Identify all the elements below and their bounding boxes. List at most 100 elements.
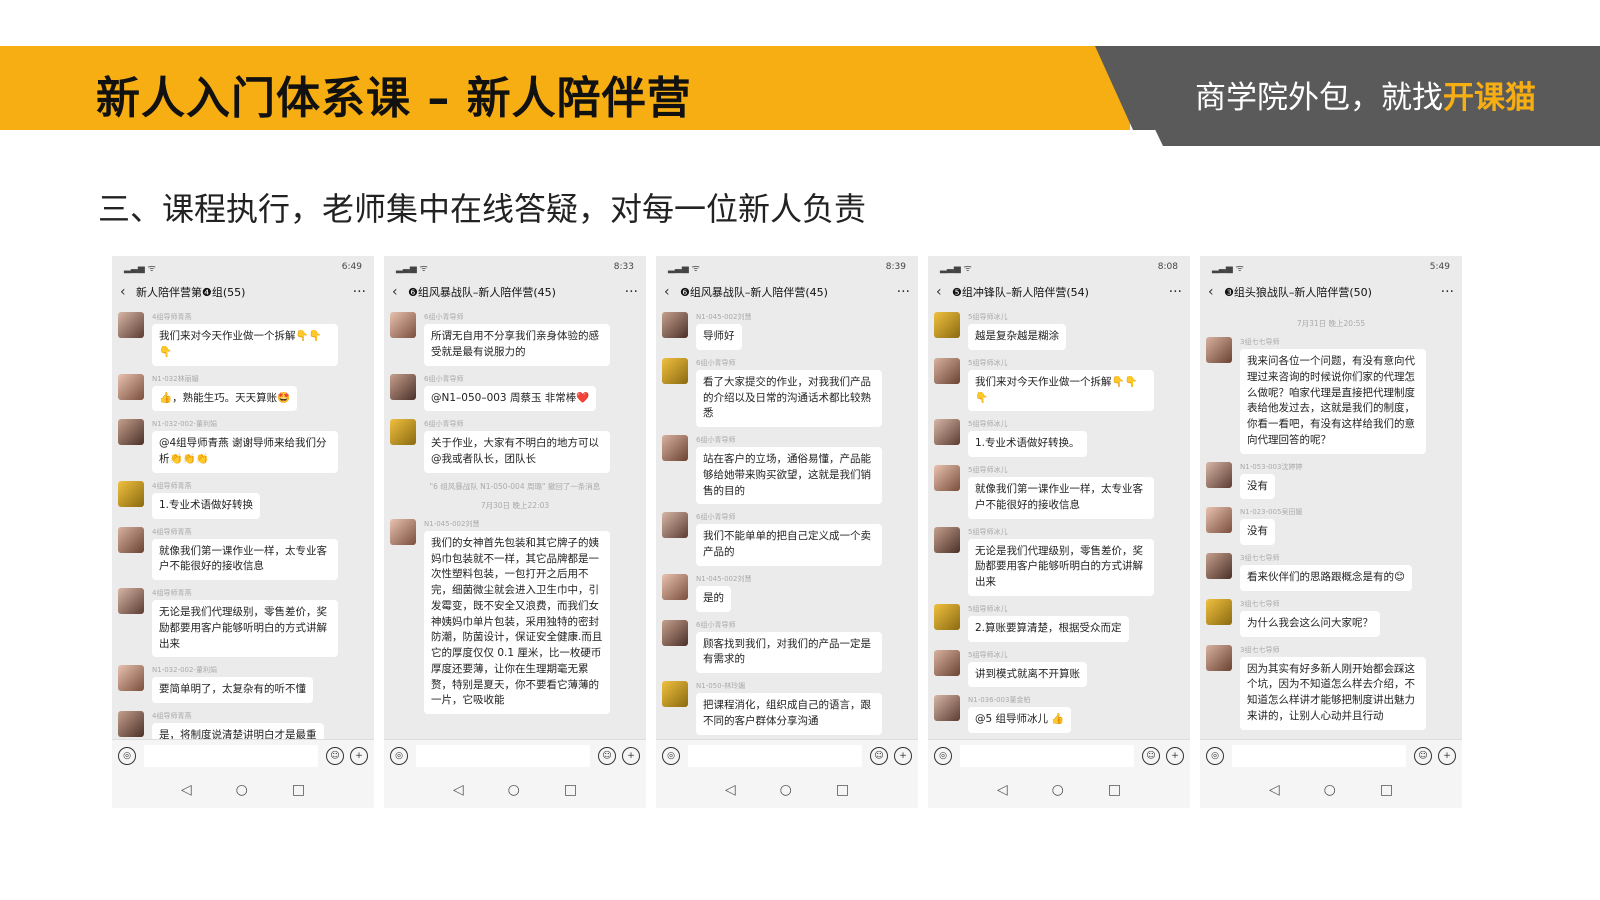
back-arrow-icon[interactable]: ‹ xyxy=(664,284,680,300)
emoji-icon[interactable]: ☺ xyxy=(870,747,888,765)
message-bubble[interactable]: @N1–050–003 周蔡玉 非常棒❤️ xyxy=(424,385,597,412)
message-bubble[interactable]: 讲到模式就离不开算账 xyxy=(968,661,1087,688)
message-input[interactable] xyxy=(1232,745,1406,767)
avatar[interactable] xyxy=(662,312,688,338)
message-bubble[interactable]: 没有 xyxy=(1240,519,1275,545)
message-bubble[interactable]: 是，将制度说清楚讲明白才是最重 xyxy=(152,723,324,740)
avatar[interactable] xyxy=(934,357,960,384)
plus-icon[interactable]: + xyxy=(350,747,368,765)
more-options-icon[interactable]: ··· xyxy=(618,284,638,300)
message-bubble[interactable]: 没有 xyxy=(1240,473,1275,500)
avatar[interactable] xyxy=(118,419,144,446)
avatar[interactable] xyxy=(1206,644,1232,671)
emoji-icon[interactable]: ☺ xyxy=(1414,747,1432,765)
more-options-icon[interactable]: ··· xyxy=(1162,284,1182,300)
message-bubble[interactable]: 要简单明了，太复杂有的听不懂 xyxy=(152,677,313,703)
voice-icon[interactable]: ◎ xyxy=(118,747,136,765)
nav-recent-icon[interactable]: □ xyxy=(836,782,849,798)
avatar[interactable] xyxy=(662,435,688,461)
nav-home-icon[interactable]: ○ xyxy=(1324,782,1336,798)
nav-back-icon[interactable]: ◁ xyxy=(453,782,464,798)
avatar[interactable] xyxy=(390,518,416,545)
message-bubble[interactable]: 顾客找到我们，对我们的产品一定是有需求的 xyxy=(696,631,882,673)
avatar[interactable] xyxy=(118,711,144,737)
avatar[interactable] xyxy=(934,312,960,338)
message-bubble[interactable]: 我来问各位一个问题，有没有意向代理过来咨询的时候说你们家的代理怎么做呢？咱家代理… xyxy=(1240,349,1426,454)
avatar[interactable] xyxy=(662,681,688,707)
avatar[interactable] xyxy=(118,665,144,692)
nav-home-icon[interactable]: ○ xyxy=(236,782,248,798)
message-input[interactable] xyxy=(144,745,318,767)
avatar[interactable] xyxy=(934,603,960,630)
nav-back-icon[interactable]: ◁ xyxy=(725,782,736,798)
plus-icon[interactable]: + xyxy=(622,747,640,765)
nav-home-icon[interactable]: ○ xyxy=(508,782,520,798)
avatar[interactable] xyxy=(1206,553,1232,579)
avatar[interactable] xyxy=(934,526,960,553)
avatar[interactable] xyxy=(1206,598,1232,625)
message-bubble[interactable]: 我们不能单单的把自己定义成一个卖产品的 xyxy=(696,524,882,566)
message-bubble[interactable]: @4组导师青燕 谢谢导师来给我们分析👏👏👏 xyxy=(152,431,338,473)
nav-recent-icon[interactable]: □ xyxy=(1380,782,1393,798)
message-bubble[interactable]: 1.专业术语做好转换。 xyxy=(968,431,1087,457)
message-list[interactable]: 6组小青导师 所谓无自用不分享我们亲身体验的感受就是最有说服力的 6组小青导师 @N1… xyxy=(384,308,646,740)
emoji-icon[interactable]: ☺ xyxy=(1142,747,1160,765)
avatar[interactable] xyxy=(1206,461,1232,488)
message-bubble[interactable]: 关于作业，大家有不明白的地方可以@我或者队长，团队长 xyxy=(424,431,610,473)
voice-icon[interactable]: ◎ xyxy=(390,747,408,765)
nav-home-icon[interactable]: ○ xyxy=(780,782,792,798)
back-arrow-icon[interactable]: ‹ xyxy=(936,284,952,300)
nav-recent-icon[interactable]: □ xyxy=(292,782,305,798)
message-bubble[interactable]: 👍，熟能生巧。天天算账🤩 xyxy=(152,385,298,412)
message-bubble[interactable]: 站在客户的立场，通俗易懂，产品能够给她带来购买欲望，这就是我们销售的目的 xyxy=(696,447,882,505)
message-bubble[interactable]: 看来伙伴们的思路跟概念是有的😊 xyxy=(1240,565,1412,591)
avatar[interactable] xyxy=(662,357,688,384)
message-bubble[interactable]: 就像我们第一课作业一样，太专业客户不能很好的接收信息 xyxy=(152,538,338,580)
plus-icon[interactable]: + xyxy=(1166,747,1184,765)
message-bubble[interactable]: 把课程消化，组织成自己的语言，跟不同的客户群体分享沟通 xyxy=(696,693,882,735)
more-options-icon[interactable]: ··· xyxy=(346,284,366,300)
more-options-icon[interactable]: ··· xyxy=(890,284,910,300)
message-bubble[interactable]: 因为其实有好多新人刚开始都会踩这个坑，因为不知道怎么样去介绍，不知道怎么样讲才能… xyxy=(1240,656,1426,730)
message-list[interactable]: 5组导师冰儿 越是复杂越是糊涂 5组导师冰儿 我们来对今天作业做一个拆解👇👇👇 5组导师… xyxy=(928,308,1190,740)
emoji-icon[interactable]: ☺ xyxy=(598,747,616,765)
avatar[interactable] xyxy=(118,588,144,614)
voice-icon[interactable]: ◎ xyxy=(1206,747,1224,765)
nav-home-icon[interactable]: ○ xyxy=(1052,782,1064,798)
message-bubble[interactable]: 我们的女神首先包装和其它牌子的姨妈巾包装就不一样，其它品牌都是一次性塑料包装，一… xyxy=(424,530,610,714)
nav-recent-icon[interactable]: □ xyxy=(564,782,577,798)
avatar[interactable] xyxy=(934,419,960,446)
message-bubble[interactable]: 无论是我们代理级别，零售差价，奖励都要用客户能够听明白的方式讲解出来 xyxy=(152,600,338,658)
message-bubble[interactable]: 2.算账要算清楚，根据受众而定 xyxy=(968,615,1129,642)
more-options-icon[interactable]: ··· xyxy=(1434,284,1454,300)
voice-icon[interactable]: ◎ xyxy=(934,747,952,765)
avatar[interactable] xyxy=(934,695,960,722)
nav-back-icon[interactable]: ◁ xyxy=(1269,782,1280,798)
message-input[interactable] xyxy=(960,745,1134,767)
message-bubble[interactable]: 无论是我们代理级别，零售差价，奖励都要用客户能够听明白的方式讲解出来 xyxy=(968,538,1154,596)
avatar[interactable] xyxy=(1206,337,1232,363)
back-arrow-icon[interactable]: ‹ xyxy=(1208,284,1224,300)
avatar[interactable] xyxy=(662,619,688,646)
message-bubble[interactable]: 就像我们第一课作业一样，太专业客户不能很好的接收信息 xyxy=(968,477,1154,519)
avatar[interactable] xyxy=(118,312,144,338)
avatar[interactable] xyxy=(390,312,416,338)
avatar[interactable] xyxy=(390,419,416,446)
avatar[interactable] xyxy=(934,465,960,491)
avatar[interactable] xyxy=(934,649,960,676)
message-bubble[interactable]: 1.专业术语做好转换 xyxy=(152,492,261,519)
message-bubble[interactable]: @5 组导师冰儿 👍 xyxy=(968,707,1072,733)
avatar[interactable] xyxy=(118,526,144,553)
message-bubble[interactable]: 我们来对今天作业做一个拆解👇👇👇 xyxy=(152,324,338,366)
avatar[interactable] xyxy=(662,512,688,539)
back-arrow-icon[interactable]: ‹ xyxy=(120,284,136,300)
back-arrow-icon[interactable]: ‹ xyxy=(392,284,408,300)
avatar[interactable] xyxy=(662,573,688,600)
plus-icon[interactable]: + xyxy=(1438,747,1456,765)
message-list[interactable]: N1-045-002刘慧 导师好 6组小青导师 看了大家提交的作业，对我我们产品的介绍… xyxy=(656,308,918,740)
message-list[interactable]: 7月31日 晚上20:55 3组七七导师 我来问各位一个问题，有没有意向代理过来咨询… xyxy=(1200,308,1462,740)
message-bubble[interactable]: 我们来对今天作业做一个拆解👇👇👇 xyxy=(968,369,1154,412)
message-bubble[interactable]: 看了大家提交的作业，对我我们产品的介绍以及日常的沟通话术都比较熟悉 xyxy=(696,369,882,427)
avatar[interactable] xyxy=(118,480,144,507)
avatar[interactable] xyxy=(118,373,144,400)
